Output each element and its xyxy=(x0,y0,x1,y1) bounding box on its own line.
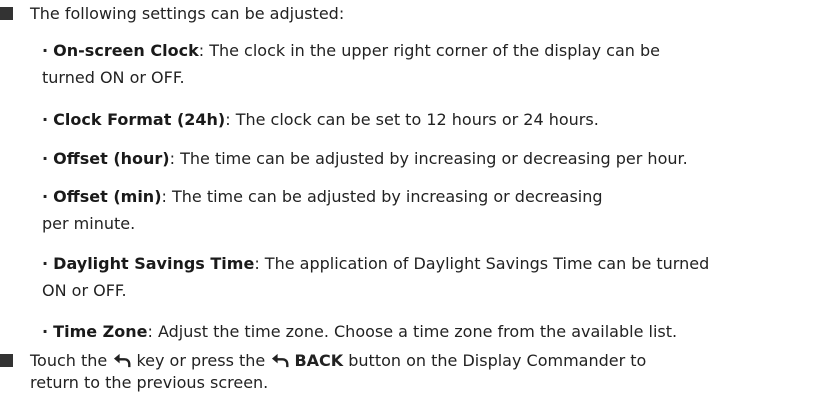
intro-text: The following settings can be adjusted: xyxy=(30,4,345,23)
setting-item-offset-min: · Offset (min): The time can be adjusted… xyxy=(42,183,802,237)
sub-bullet-icon: · xyxy=(42,41,49,60)
sub-bullet-icon: · xyxy=(42,322,49,341)
footer-line2: return to the previous screen. xyxy=(30,373,269,392)
back-arrow-icon xyxy=(272,353,289,368)
setting-desc-cont: turned ON or OFF. xyxy=(42,68,185,87)
setting-item-offset-hour: · Offset (hour): The time can be adjuste… xyxy=(42,145,802,172)
sub-bullet-icon: · xyxy=(42,149,49,168)
footer-part3: button on the Display Commander to xyxy=(348,351,647,370)
setting-term: Offset (min) xyxy=(53,187,162,206)
setting-item-daylight-savings: · Daylight Savings Time: The application… xyxy=(42,250,802,304)
setting-desc: : The time can be adjusted by increasing… xyxy=(161,187,603,206)
setting-desc: : The clock in the upper right corner of… xyxy=(198,41,660,60)
setting-term: Time Zone xyxy=(53,322,148,341)
setting-desc: : The time can be adjusted by increasing… xyxy=(169,149,688,168)
setting-desc-cont: ON or OFF. xyxy=(42,281,127,300)
setting-desc-cont: per minute. xyxy=(42,214,136,233)
footer-text: Touch the key or press the BACK button o… xyxy=(30,350,810,394)
sub-bullet-icon: · xyxy=(42,110,49,129)
back-arrow-icon xyxy=(114,353,131,368)
footer-part2: key or press the xyxy=(136,351,266,370)
setting-desc: : The application of Daylight Savings Ti… xyxy=(254,254,710,273)
setting-term: Clock Format (24h) xyxy=(53,110,226,129)
sub-bullet-icon: · xyxy=(42,187,49,206)
sub-bullet-icon: · xyxy=(42,254,49,273)
setting-desc: : The clock can be set to 12 hours or 24… xyxy=(225,110,599,129)
square-bullet-icon xyxy=(0,7,13,20)
setting-term: On-screen Clock xyxy=(53,41,199,60)
setting-term: Daylight Savings Time xyxy=(53,254,255,273)
setting-item-time-zone: · Time Zone: Adjust the time zone. Choos… xyxy=(42,318,802,345)
footer-part1: Touch the xyxy=(30,351,108,370)
setting-desc: : Adjust the time zone. Choose a time zo… xyxy=(147,322,678,341)
setting-item-on-screen-clock: · On-screen Clock: The clock in the uppe… xyxy=(42,37,802,91)
document-page: The following settings can be adjusted: … xyxy=(0,0,821,394)
setting-item-clock-format: · Clock Format (24h): The clock can be s… xyxy=(42,106,802,133)
square-bullet-icon xyxy=(0,354,13,367)
back-button-label: BACK xyxy=(294,351,344,370)
setting-term: Offset (hour) xyxy=(53,149,170,168)
